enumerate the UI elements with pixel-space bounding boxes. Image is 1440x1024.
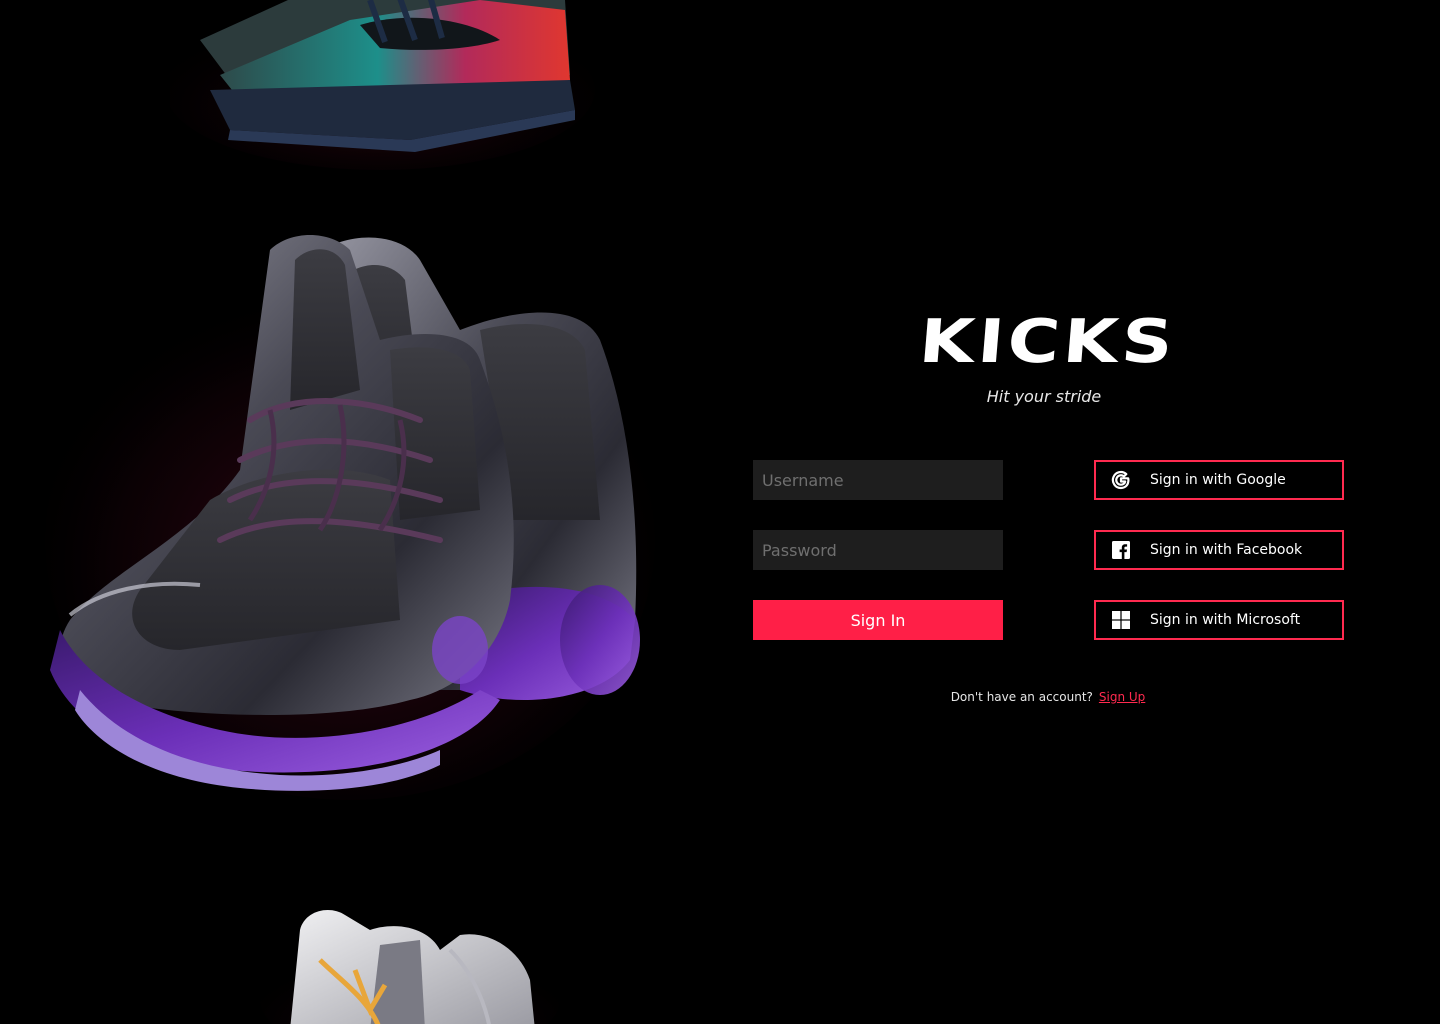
sneaker-image-featured — [45, 235, 655, 800]
facebook-sign-in-label: Sign in with Facebook — [1150, 542, 1303, 558]
google-sign-in-button[interactable]: Sign in with Google — [1094, 460, 1344, 500]
signup-prompt-text: Don't have an account? — [950, 690, 1093, 704]
microsoft-sign-in-label: Sign in with Microsoft — [1150, 612, 1301, 628]
sign-up-link[interactable]: Sign Up — [1099, 690, 1145, 704]
facebook-sign-in-button[interactable]: Sign in with Facebook — [1094, 530, 1344, 570]
microsoft-sign-in-button[interactable]: Sign in with Microsoft — [1094, 600, 1344, 640]
sneaker-image-top — [170, 0, 595, 170]
brand-tagline: Hit your stride — [986, 387, 1102, 406]
sneaker-gallery — [0, 0, 700, 1024]
google-sign-in-label: Sign in with Google — [1150, 472, 1286, 488]
microsoft-icon — [1111, 610, 1131, 630]
logo-text: KICKS — [916, 307, 1180, 377]
password-input[interactable] — [753, 530, 1003, 570]
google-icon — [1111, 470, 1131, 490]
brand-logo: KICKS — [900, 307, 1196, 377]
signup-prompt: Don't have an account? Sign Up — [900, 690, 1196, 704]
facebook-icon — [1111, 540, 1131, 560]
sign-in-button[interactable]: Sign In — [753, 600, 1003, 640]
login-page: KICKS Hit your stride Sign In Sign in wi… — [0, 0, 1440, 1024]
username-input[interactable] — [753, 460, 1003, 500]
sneaker-image-bottom — [260, 910, 560, 1024]
